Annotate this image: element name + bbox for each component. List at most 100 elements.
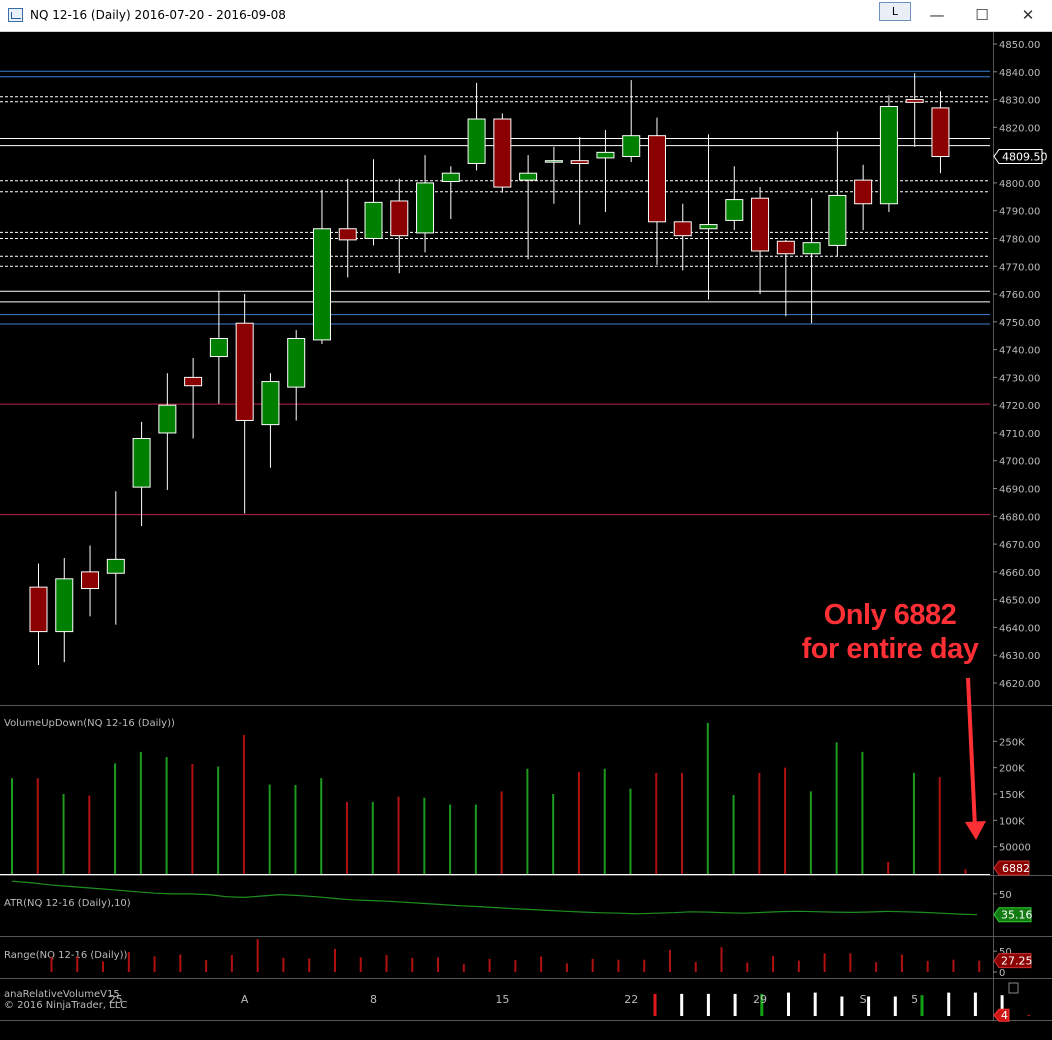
relvol-bar [653,993,657,1016]
price-tick-label: 4750.00 [999,318,1040,329]
candle-body [184,376,203,387]
candle-body [931,107,950,158]
price-tick-label: 4770.00 [999,262,1040,273]
candle-body [519,172,538,181]
volume-bar [217,766,220,874]
range-bar [849,953,852,972]
candle-body [596,151,615,159]
volume-bar [139,751,142,874]
candle-body [29,586,48,633]
range-bar [952,959,955,972]
window-titlebar: NQ 12-16 (Daily) 2016-07-20 - 2016-09-08… [0,0,1052,32]
volume-bar [603,768,606,874]
candle-body [828,194,847,246]
range-bar [385,954,388,972]
last-price-label: 4809.50 [1002,151,1048,164]
candle-body [132,438,151,488]
price-tick-label: 4640.00 [999,623,1040,634]
chart-app-icon[interactable] [8,8,23,22]
volume-bar [88,795,91,874]
volume-tick-label: 200K [999,764,1025,775]
link-button[interactable]: L [879,2,911,21]
candle-body [776,240,795,255]
relvol-bar [733,993,737,1016]
price-tick-label: 4620.00 [999,679,1040,690]
range-bar [230,955,233,972]
volume-bar [629,788,632,874]
volume-bar [165,757,168,874]
volume-bar [887,861,890,874]
price-tick-label: 4800.00 [999,179,1040,190]
volume-bar [938,777,941,874]
annotation-line-2: for entire day [801,633,979,665]
chart-canvas[interactable]: 4620.00 4630.00 4640.00 4650.00 4660.00 4670.… [0,32,1052,1040]
close-icon[interactable]: ✕ [1016,6,1040,24]
annotation-text: Only 6882 for entire day [800,598,980,666]
price-tick-label: 4660.00 [999,568,1040,579]
volume-bar [784,767,787,874]
range-bar [772,955,775,972]
relvol-bar [867,996,871,1016]
relvol-bar [920,995,924,1016]
relvol-panel-title: anaRelativeVolumeV15 [4,989,120,1000]
volume-bar [526,768,529,874]
candle-body [570,160,589,164]
candle-body [622,135,641,158]
candle-body [106,558,125,574]
volume-bar [397,796,400,874]
range-bar [797,960,800,972]
range-bar [256,939,259,972]
candle-body [416,182,435,234]
volume-bar [500,791,503,874]
candle-body [854,179,873,205]
relvol-bar [973,992,977,1016]
volume-bar [268,784,271,874]
range-bar [411,957,414,972]
volume-bar [371,801,374,874]
candle-body [441,172,460,183]
range-bar [720,947,723,972]
candle-body [802,242,821,255]
range-bar [308,958,311,972]
range-bar [643,959,646,972]
atr-panel-title: ATR(NQ 12-16 (Daily),10) [4,898,131,909]
range-bar [462,964,465,972]
x-tick-label: 22 [624,993,638,1006]
candle-body [235,322,254,421]
panel-flag-icon [1008,982,1019,994]
volume-bar [861,751,864,874]
volume-bar [681,772,684,874]
volume-bar [346,801,349,874]
relvol-bar [706,993,710,1016]
price-tick-label: 4740.00 [999,346,1040,357]
volume-bar [835,742,838,874]
range-bar [565,963,568,972]
range-bar [746,962,749,972]
x-tick-label: A [241,993,249,1006]
x-tick-label: S [860,993,867,1006]
volume-bar [655,772,658,874]
atr-last-label: 35.16 [1001,909,1033,922]
minimize-icon[interactable]: — [925,6,949,24]
candle-body [647,135,666,223]
relvol-bar [947,992,951,1016]
range-bar [282,957,285,972]
atr-line [11,880,978,916]
volume-tick-label: 100K [999,816,1025,827]
range-bar [540,956,543,972]
volume-bar [758,772,761,874]
annotation-arrow-head [965,821,986,840]
atr-tick-label: 50 [999,890,1012,901]
price-tick-label: 4780.00 [999,234,1040,245]
price-tick-label: 4630.00 [999,651,1040,662]
range-tick-label: 0 [999,968,1005,979]
maximize-icon[interactable]: ☐ [970,6,994,24]
range-bar [102,961,105,972]
range-bar [668,949,671,972]
range-panel-title: Range(NQ 12-16 (Daily)) [4,950,127,961]
range-bar [127,952,130,972]
volume-bar [732,795,735,874]
price-tick-label: 4830.00 [999,96,1040,107]
price-tick-label: 4650.00 [999,596,1040,607]
price-tick-label: 4850.00 [999,40,1040,51]
